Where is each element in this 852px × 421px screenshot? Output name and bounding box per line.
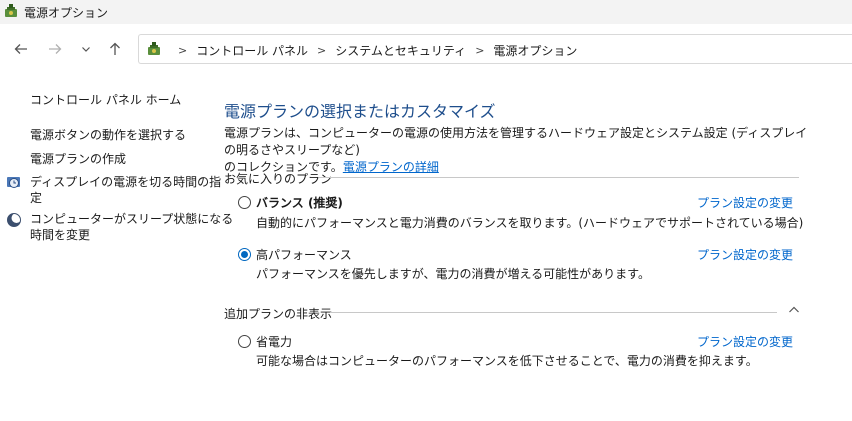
plan-balanced-settings-link[interactable]: プラン設定の変更 xyxy=(697,194,793,211)
sleep-moon-icon xyxy=(7,213,22,227)
chevron-up-icon[interactable] xyxy=(788,305,800,315)
description-line1: 電源プランは、コンピューターの電源の使用方法を管理するハードウェア設定とシステム… xyxy=(224,126,808,157)
hidden-plans-divider xyxy=(330,312,777,313)
plan-power-saver-description: 可能な場合はコンピューターのパフォーマンスを低下させることで、電力の消費を抑えま… xyxy=(256,354,758,368)
hidden-plans-label[interactable]: 追加プランの非表示 xyxy=(224,305,332,322)
title-bar: 電源オプション xyxy=(0,0,852,24)
breadcrumb-separator-icon: > xyxy=(475,44,485,57)
sidebar-sleep-link[interactable]: コンピューターがスリープ状態になる 時間を変更 xyxy=(30,211,233,243)
sidebar-sleep-line2: 時間を変更 xyxy=(30,228,91,242)
breadcrumb-control-panel[interactable]: コントロール パネル xyxy=(196,42,308,59)
control-panel-icon xyxy=(148,42,160,55)
sidebar-display-off-line1: ディスプレイの電源を切る時間の指 xyxy=(30,175,222,189)
breadcrumb: > コントロール パネル > システムとセキュリティ > 電源オプション xyxy=(169,42,577,59)
plan-power-saver-name[interactable]: 省電力 xyxy=(256,333,292,350)
breadcrumb-separator-icon: > xyxy=(317,44,327,57)
plan-power-saver-settings-link[interactable]: プラン設定の変更 xyxy=(697,333,793,350)
plan-high-performance-description: パフォーマンスを優先しますが、電力の消費が増える可能性があります。 xyxy=(256,267,650,281)
sidebar-display-off-link[interactable]: ディスプレイの電源を切る時間の指 定 xyxy=(30,174,221,206)
favorites-group-label: お気に入りのプラン xyxy=(224,172,333,186)
plan-high-performance-name[interactable]: 高パフォーマンス xyxy=(256,246,352,263)
address-bar[interactable]: > コントロール パネル > システムとセキュリティ > 電源オプション xyxy=(138,34,852,64)
navigation-bar: > コントロール パネル > システムとセキュリティ > 電源オプション xyxy=(0,24,852,72)
page-title: 電源プランの選択またはカスタマイズ xyxy=(224,102,496,121)
power-options-icon xyxy=(5,4,17,17)
sidebar-home-link[interactable]: コントロール パネル ホーム xyxy=(30,92,181,108)
plan-high-performance-settings-link[interactable]: プラン設定の変更 xyxy=(697,246,793,263)
chevron-down-icon[interactable] xyxy=(75,38,97,60)
breadcrumb-power-options[interactable]: 電源オプション xyxy=(493,42,577,59)
sidebar-sleep-line1: コンピューターがスリープ状態になる xyxy=(30,212,234,226)
plan-balanced-description: 自動的にパフォーマンスと電力消費のバランスを取ります。(ハードウェアでサポートさ… xyxy=(256,216,804,230)
radio-balanced[interactable] xyxy=(238,196,251,209)
radio-power-saver[interactable] xyxy=(238,335,251,348)
radio-high-performance[interactable] xyxy=(238,248,251,261)
favorites-divider xyxy=(319,177,799,178)
display-clock-icon xyxy=(7,177,20,188)
back-arrow-icon[interactable] xyxy=(10,38,32,60)
sidebar-display-off-line2: 定 xyxy=(30,191,43,205)
sidebar-power-button-link[interactable]: 電源ボタンの動作を選択する xyxy=(30,127,186,143)
breadcrumb-separator-icon: > xyxy=(178,44,188,57)
forward-arrow-icon[interactable] xyxy=(44,38,66,60)
window-title: 電源オプション xyxy=(24,6,109,20)
sidebar-create-plan-link[interactable]: 電源プランの作成 xyxy=(30,151,126,167)
plan-balanced-name[interactable]: バランス (推奨) xyxy=(256,194,343,211)
breadcrumb-system-security[interactable]: システムとセキュリティ xyxy=(335,42,466,59)
up-arrow-icon[interactable] xyxy=(104,38,126,60)
page-description: 電源プランは、コンピューターの電源の使用方法を管理するハードウェア設定とシステム… xyxy=(224,125,814,176)
power-plan-details-link[interactable]: 電源プランの詳細 xyxy=(343,160,439,174)
